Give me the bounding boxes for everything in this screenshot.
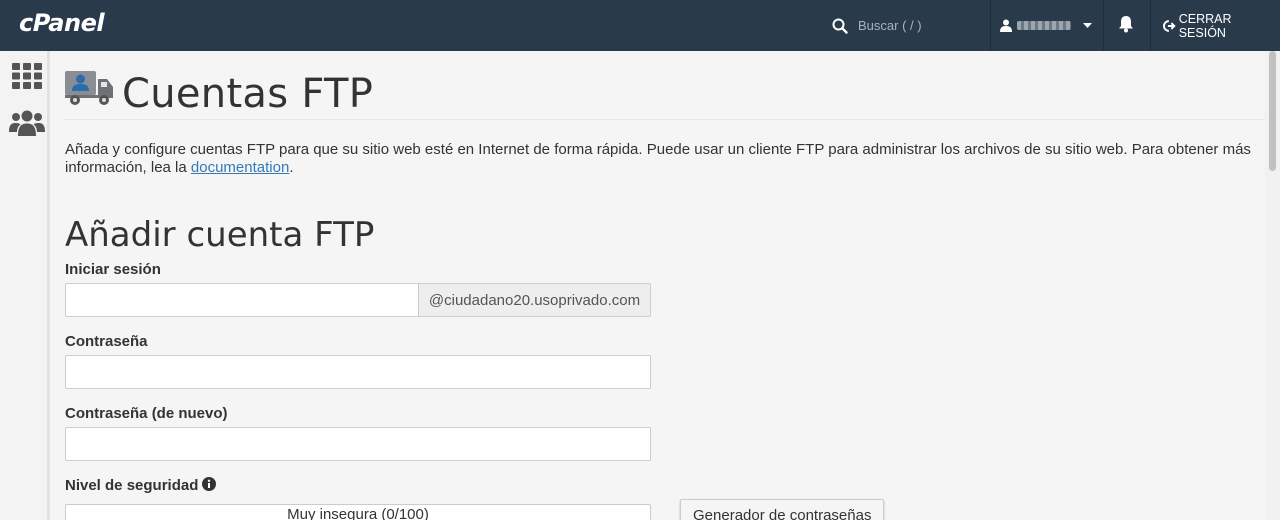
sidebar [0, 51, 50, 520]
page-description: Añada y configure cuentas FTP para que s… [65, 141, 1260, 177]
documentation-link[interactable]: documentation [191, 159, 289, 176]
login-input[interactable] [65, 283, 419, 317]
navbar-divider [1103, 0, 1104, 51]
user-menu[interactable] [1000, 0, 1100, 51]
password-again-input[interactable] [65, 427, 651, 461]
strength-text: Muy insegura (0/100) [287, 506, 429, 520]
password-input[interactable] [65, 355, 651, 389]
info-icon[interactable] [202, 477, 217, 491]
password-strength-meter: Muy insegura (0/100) [65, 504, 651, 520]
bell-icon[interactable] [1118, 15, 1134, 33]
password-again-label: Contraseña (de nuevo) [65, 405, 228, 422]
strength-label: Nivel de seguridad [65, 477, 199, 494]
section-title: Añadir cuenta FTP [65, 215, 375, 255]
users-icon[interactable] [9, 110, 45, 136]
search-input[interactable] [858, 18, 968, 33]
navbar-divider [1150, 0, 1151, 51]
page-title: Cuentas FTP [122, 71, 374, 117]
logout-label: CERRAR SESIÓN [1178, 11, 1232, 40]
navbar-divider [990, 0, 991, 51]
domain-suffix: @ciudadano20.usoprivado.com [418, 283, 651, 317]
scrollbar-thumb[interactable] [1269, 51, 1276, 171]
top-navbar: cPanel CERRAR SESIÓN [0, 0, 1280, 51]
password-generator-button[interactable]: Generador de contraseñas [680, 499, 885, 520]
grid-icon[interactable] [12, 63, 42, 89]
cpanel-logo[interactable]: cPanel [19, 9, 105, 37]
chevron-down-icon [1083, 22, 1092, 28]
user-icon [1000, 19, 1012, 32]
username-redacted [1017, 21, 1071, 30]
page-header: Cuentas FTP [65, 68, 1265, 120]
scrollbar[interactable] [1265, 51, 1280, 520]
password-label: Contraseña [65, 333, 148, 350]
strength-label-row: Nivel de seguridad [65, 477, 217, 494]
logout-icon [1163, 19, 1176, 32]
search-icon [832, 18, 848, 34]
description-end: . [289, 159, 294, 176]
login-label: Iniciar sesión [65, 261, 161, 278]
search-box[interactable] [832, 0, 982, 51]
truck-icon [65, 71, 113, 105]
logout-button[interactable]: CERRAR SESIÓN [1163, 0, 1280, 51]
